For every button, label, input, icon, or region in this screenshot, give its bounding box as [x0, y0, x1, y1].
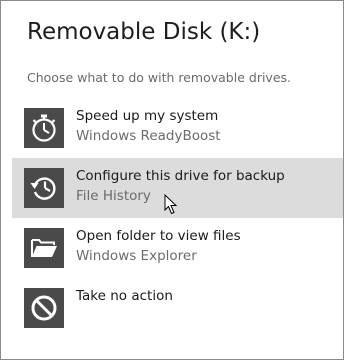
autoplay-dialog: Removable Disk (K:) Choose what to do wi… — [0, 0, 344, 360]
option-open-folder[interactable]: Open folder to view files Windows Explor… — [12, 218, 343, 278]
dialog-title: Removable Disk (K:) — [27, 19, 261, 45]
no-action-icon — [24, 288, 64, 328]
open-folder-icon — [24, 228, 64, 268]
option-subtitle: Windows ReadyBoost — [76, 128, 221, 144]
history-clock-icon — [24, 168, 64, 208]
dialog-subtitle: Choose what to do with removable drives. — [27, 70, 292, 85]
option-speed-up-system[interactable]: Speed up my system Windows ReadyBoost — [12, 98, 343, 158]
option-subtitle: File History — [76, 188, 151, 204]
stopwatch-icon — [24, 108, 64, 148]
option-title: Speed up my system — [76, 108, 219, 124]
mouse-cursor-icon — [164, 194, 178, 215]
option-title: Configure this drive for backup — [76, 168, 285, 184]
option-subtitle: Windows Explorer — [76, 248, 197, 264]
option-take-no-action[interactable]: Take no action — [12, 278, 343, 338]
option-title: Take no action — [76, 288, 173, 304]
option-title: Open folder to view files — [76, 228, 241, 244]
